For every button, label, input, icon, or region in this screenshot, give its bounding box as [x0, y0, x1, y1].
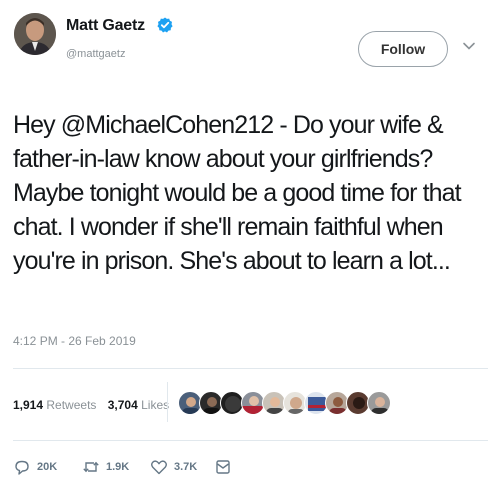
envelope-icon: [216, 460, 230, 474]
tweet-text-line: father-in-law know about your girlfriend…: [13, 145, 433, 173]
retweets-count[interactable]: 1,914: [13, 398, 43, 412]
display-name[interactable]: Matt Gaetz: [66, 17, 145, 35]
likes-label[interactable]: Likes: [141, 398, 169, 412]
divider: [13, 368, 488, 369]
likes-count[interactable]: 3,704: [108, 398, 138, 412]
retweets-label[interactable]: Retweets: [46, 398, 96, 412]
reply-button[interactable]: 20K: [13, 458, 57, 476]
chevron-down-icon[interactable]: [462, 39, 476, 53]
user-handle[interactable]: @mattgaetz: [66, 48, 125, 60]
divider: [13, 440, 488, 441]
retweet-icon: [83, 461, 99, 473]
tweet-text-line: chat. I wonder if she'll remain faithful…: [13, 213, 444, 241]
reply-count: 20K: [37, 461, 58, 473]
engagement-stats: 1,914 Retweets 3,704 Likes: [13, 398, 169, 412]
like-count: 3.7K: [174, 461, 198, 473]
divider: [167, 382, 168, 422]
liker-avatar[interactable]: [367, 391, 391, 415]
tweet-card: Matt Gaetz @mattgaetz Follow Hey @Michae…: [0, 0, 500, 500]
like-button[interactable]: 3.7K: [150, 458, 197, 476]
avatar[interactable]: [14, 13, 56, 55]
heart-icon: [151, 460, 167, 475]
verified-badge-icon: [157, 17, 173, 33]
tweet-text-line: Maybe tonight would be a good time for t…: [13, 179, 462, 207]
tweet-text: Hey @MichaelCohen212 - Do your wife & fa…: [13, 108, 497, 278]
tweet-text-line: you're in prison. She's about to learn a…: [13, 247, 451, 275]
retweet-count: 1.9K: [106, 461, 130, 473]
tweet-timestamp[interactable]: 4:12 PM - 26 Feb 2019: [13, 334, 136, 348]
tweet-text-line: Hey @MichaelCohen212 - Do your wife &: [13, 111, 444, 139]
retweet-button[interactable]: 1.9K: [82, 458, 129, 476]
reply-icon: [15, 460, 29, 475]
follow-button[interactable]: Follow: [358, 31, 448, 67]
direct-message-button[interactable]: [214, 458, 232, 476]
